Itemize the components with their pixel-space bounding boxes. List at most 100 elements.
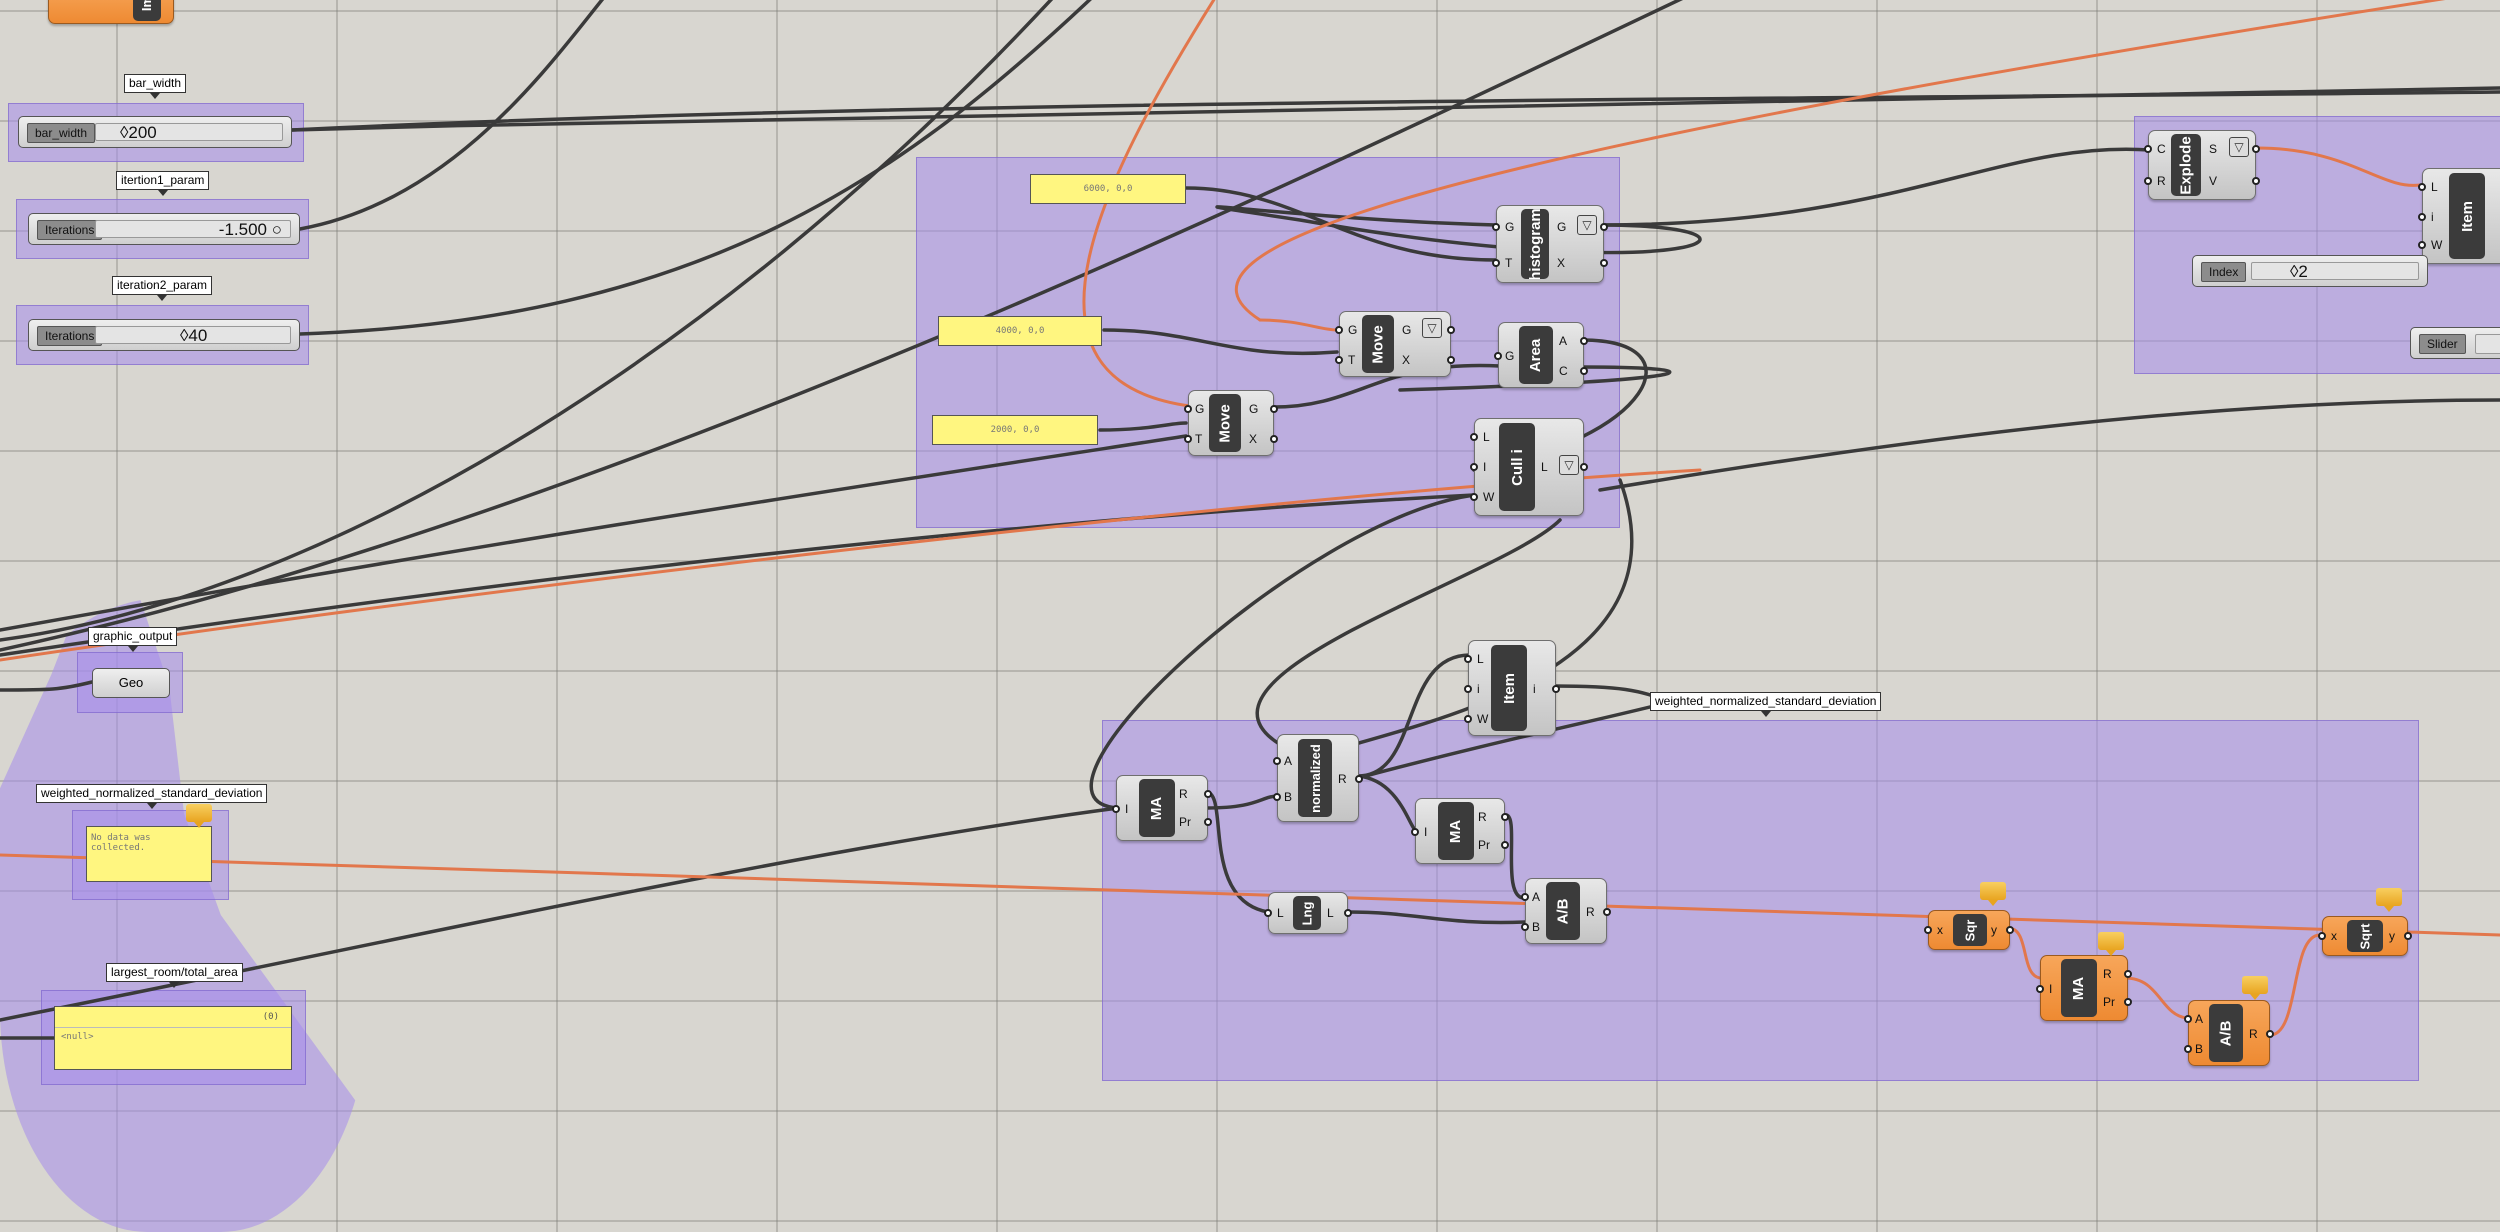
port-grip-icon[interactable] bbox=[1552, 685, 1560, 693]
largest-room-panel[interactable]: (0) <null> bbox=[54, 1006, 292, 1070]
funnel-icon[interactable]: ▽ bbox=[1422, 318, 1442, 338]
port-grip-icon[interactable] bbox=[1580, 367, 1588, 375]
funnel-icon[interactable]: ▽ bbox=[1559, 455, 1579, 475]
input-port[interactable]: L bbox=[1277, 907, 1284, 919]
move-component-2[interactable]: G T Move G X bbox=[1184, 390, 1278, 456]
output-port[interactable]: Pr bbox=[2103, 996, 2115, 1008]
mass-addition-component-1[interactable]: I MA R Pr bbox=[1112, 775, 1212, 841]
mass-addition-component-2[interactable]: I MA R Pr bbox=[1411, 798, 1509, 864]
output-port[interactable]: G bbox=[1249, 403, 1258, 415]
move-component-1[interactable]: G T Move G X ▽ bbox=[1335, 311, 1455, 377]
port-grip-icon[interactable] bbox=[1464, 685, 1472, 693]
input-port[interactable]: L bbox=[2431, 181, 2438, 193]
slider-track[interactable]: -1.500 ○ bbox=[95, 220, 291, 239]
input-port[interactable]: I bbox=[1483, 461, 1486, 473]
slider-track[interactable]: ◊40 bbox=[95, 326, 291, 345]
index-slider[interactable]: Index ◊2 bbox=[2192, 255, 2428, 287]
port-grip-icon[interactable] bbox=[1344, 909, 1352, 917]
port-grip-icon[interactable] bbox=[2124, 970, 2132, 978]
input-port[interactable]: B bbox=[1284, 791, 1292, 803]
port-grip-icon[interactable] bbox=[1184, 405, 1192, 413]
panel-vector-4000[interactable]: 4000, 0,0 bbox=[938, 316, 1102, 346]
length-component[interactable]: L Lng L bbox=[1264, 892, 1352, 934]
input-port[interactable]: i bbox=[2431, 211, 2434, 223]
port-grip-icon[interactable] bbox=[1447, 356, 1455, 364]
input-port[interactable]: L bbox=[1477, 653, 1484, 665]
input-port[interactable]: W bbox=[2431, 239, 2442, 251]
port-grip-icon[interactable] bbox=[1112, 805, 1120, 813]
port-grip-icon[interactable] bbox=[1273, 757, 1281, 765]
port-grip-icon[interactable] bbox=[2036, 985, 2044, 993]
wnsd-panel[interactable]: No data was collected. bbox=[86, 826, 212, 882]
port-grip-icon[interactable] bbox=[1924, 926, 1932, 934]
slider-track[interactable]: ◊2 bbox=[2251, 262, 2419, 281]
port-grip-icon[interactable] bbox=[1273, 793, 1281, 801]
port-grip-icon[interactable] bbox=[1501, 841, 1509, 849]
port-grip-icon[interactable] bbox=[1335, 326, 1343, 334]
port-grip-icon[interactable] bbox=[1355, 775, 1363, 783]
grasshopper-canvas[interactable]: Im bar_width bar_width ◊200 itertion1_pa… bbox=[0, 0, 2500, 1232]
input-port[interactable]: L bbox=[1483, 431, 1490, 443]
division-component-2[interactable]: A B A/B R bbox=[2184, 1000, 2274, 1066]
input-port[interactable]: A bbox=[1284, 755, 1292, 767]
input-port[interactable]: I bbox=[2049, 983, 2052, 995]
input-port[interactable]: I bbox=[1424, 826, 1427, 838]
output-port[interactable]: i bbox=[1533, 683, 1536, 695]
input-port[interactable]: x bbox=[2331, 930, 2337, 942]
port-grip-icon[interactable] bbox=[2124, 998, 2132, 1006]
port-grip-icon[interactable] bbox=[1411, 828, 1419, 836]
cull-index-component[interactable]: L I W Cull i L ▽ bbox=[1470, 418, 1588, 516]
panel-vector-6000[interactable]: 6000, 0,0 bbox=[1030, 174, 1186, 204]
area-component[interactable]: G Area A C bbox=[1494, 322, 1588, 388]
port-grip-icon[interactable] bbox=[1501, 813, 1509, 821]
port-grip-icon[interactable] bbox=[1470, 463, 1478, 471]
square-root-component[interactable]: x Sqrt y bbox=[2318, 916, 2412, 956]
panel-vector-2000[interactable]: 2000, 0,0 bbox=[932, 415, 1098, 445]
input-port[interactable]: B bbox=[2195, 1043, 2203, 1055]
port-grip-icon[interactable] bbox=[1270, 435, 1278, 443]
port-grip-icon[interactable] bbox=[1204, 818, 1212, 826]
port-grip-icon[interactable] bbox=[2184, 1015, 2192, 1023]
output-port[interactable]: S bbox=[2209, 143, 2217, 155]
input-port[interactable]: i bbox=[1477, 683, 1480, 695]
port-grip-icon[interactable] bbox=[1580, 337, 1588, 345]
output-port[interactable]: R bbox=[2103, 968, 2112, 980]
port-grip-icon[interactable] bbox=[1184, 435, 1192, 443]
input-port[interactable]: C bbox=[2157, 143, 2166, 155]
funnel-icon[interactable]: ▽ bbox=[1577, 215, 1597, 235]
port-grip-icon[interactable] bbox=[2318, 932, 2326, 940]
output-port[interactable]: C bbox=[1559, 365, 1568, 377]
output-port[interactable]: V bbox=[2209, 175, 2217, 187]
histogram-component[interactable]: G T histogram G X ▽ bbox=[1492, 205, 1608, 283]
output-port[interactable]: X bbox=[1557, 257, 1565, 269]
output-port[interactable]: R bbox=[2249, 1028, 2258, 1040]
geo-parameter[interactable]: Geo bbox=[92, 668, 170, 698]
input-port[interactable]: x bbox=[1937, 924, 1943, 936]
port-grip-icon[interactable] bbox=[1270, 405, 1278, 413]
port-grip-icon[interactable] bbox=[2404, 932, 2412, 940]
input-port[interactable]: G bbox=[1195, 403, 1204, 415]
output-port[interactable]: Pr bbox=[1179, 816, 1191, 828]
output-port[interactable]: L bbox=[1327, 907, 1334, 919]
slider-track[interactable] bbox=[2475, 334, 2500, 354]
port-grip-icon[interactable] bbox=[2418, 241, 2426, 249]
input-port[interactable]: T bbox=[1348, 354, 1355, 366]
input-port[interactable]: I bbox=[1125, 803, 1128, 815]
port-grip-icon[interactable] bbox=[1521, 923, 1529, 931]
output-port[interactable]: R bbox=[1338, 773, 1347, 785]
input-port[interactable]: G bbox=[1348, 324, 1357, 336]
port-grip-icon[interactable] bbox=[2184, 1045, 2192, 1053]
port-grip-icon[interactable] bbox=[2266, 1030, 2274, 1038]
input-port[interactable]: B bbox=[1532, 921, 1540, 933]
truncated-slider[interactable]: Slider bbox=[2410, 327, 2500, 359]
iteration1-slider[interactable]: Iterations -1.500 ○ bbox=[28, 213, 300, 245]
port-grip-icon[interactable] bbox=[1464, 655, 1472, 663]
input-port[interactable]: W bbox=[1483, 491, 1494, 503]
port-grip-icon[interactable] bbox=[1470, 493, 1478, 501]
slider-track[interactable]: ◊200 bbox=[95, 123, 283, 142]
output-port[interactable]: y bbox=[1991, 924, 1997, 936]
input-port[interactable]: T bbox=[1505, 257, 1512, 269]
output-port[interactable]: G bbox=[1402, 324, 1411, 336]
port-grip-icon[interactable] bbox=[1492, 259, 1500, 267]
list-item-component-right[interactable]: L i W Item bbox=[2418, 168, 2500, 264]
